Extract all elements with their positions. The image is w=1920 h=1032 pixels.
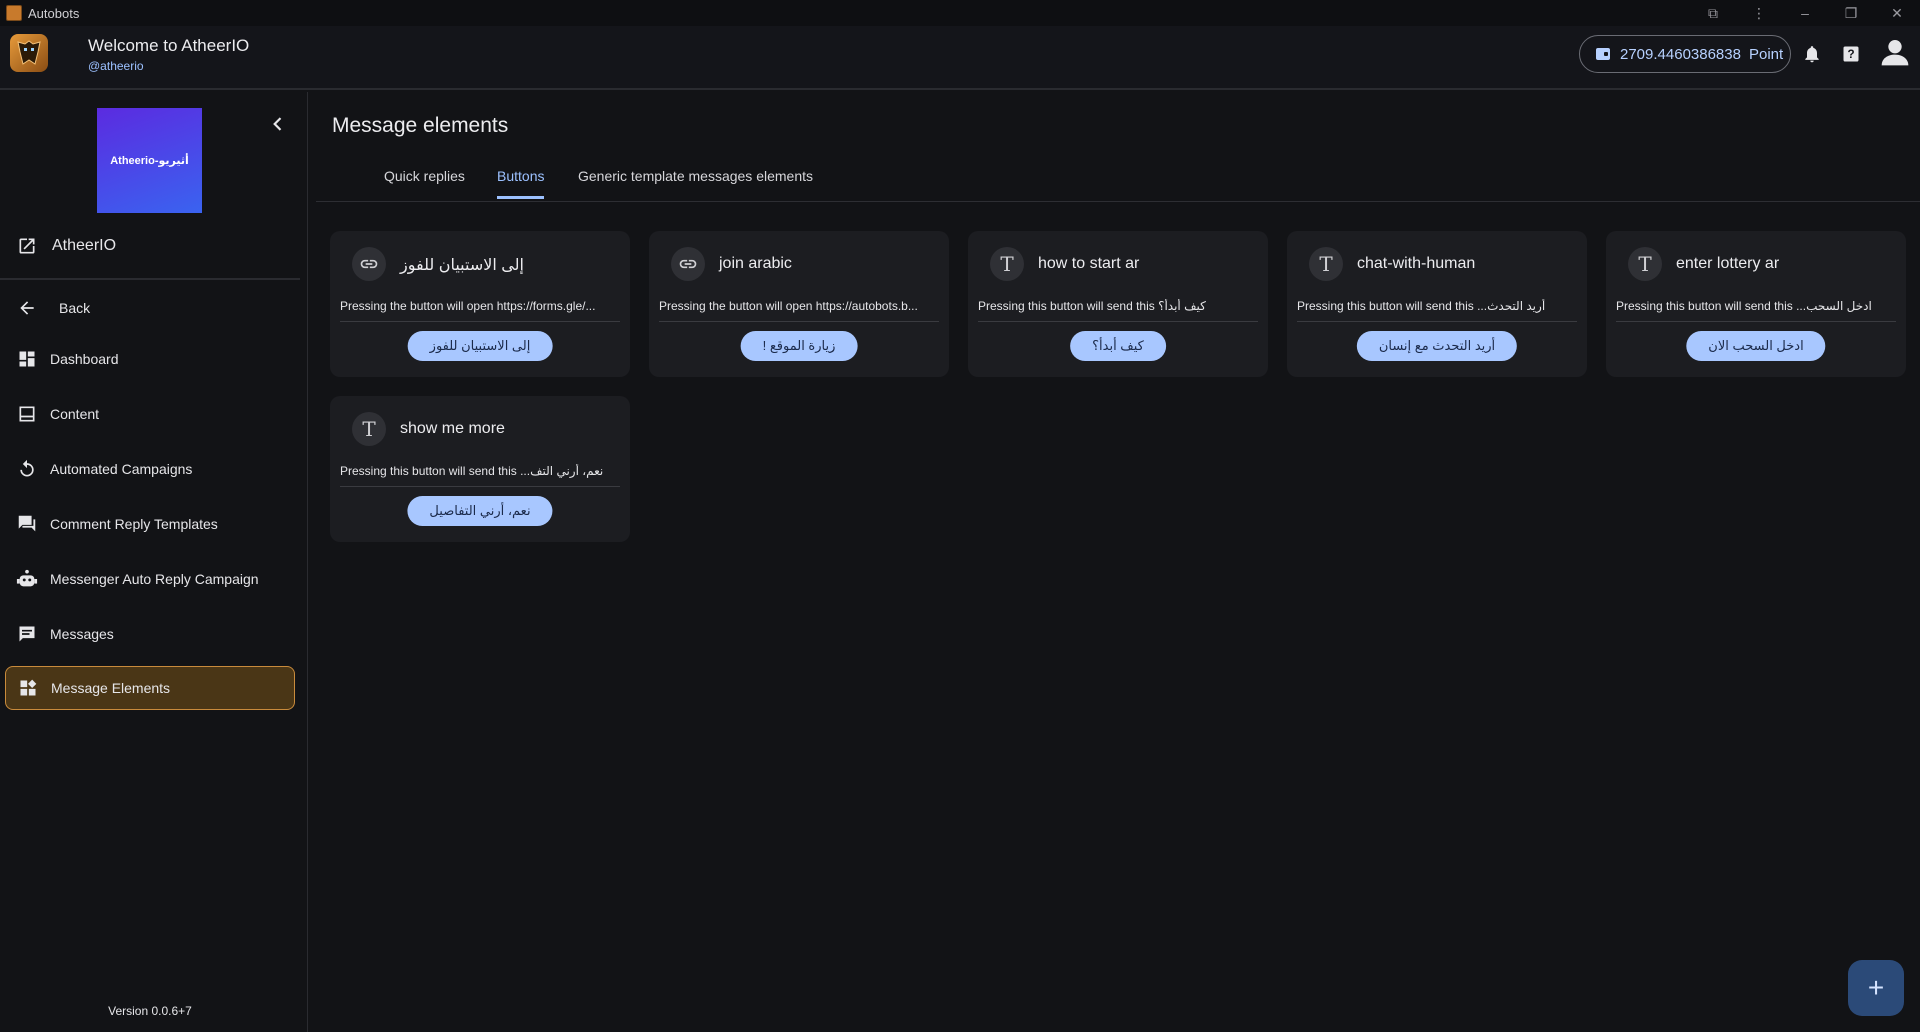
extension-icon[interactable]: ⧉ [1690,5,1736,22]
more-vert-icon[interactable]: ⋮ [1736,5,1782,22]
sidebar-item-label: Dashboard [50,351,119,367]
sidebar-item-message-elements[interactable]: Message Elements [5,666,295,710]
collapse-sidebar-button[interactable] [268,114,288,134]
help-icon[interactable]: ? [1838,41,1864,67]
notifications-icon[interactable] [1799,41,1825,67]
minimize-button[interactable]: – [1782,5,1828,21]
card-divider [1297,321,1577,322]
sidebar-item-content[interactable]: Content [0,392,300,436]
message-icon [16,623,38,645]
link-icon [352,247,386,281]
app-version: Version 0.0.6+7 [108,1004,192,1018]
text-icon: T [990,247,1024,281]
chevron-left-icon [273,117,282,131]
transformer-icon [17,40,41,65]
card-preview-button[interactable]: كيف أبدأ؟ [1070,331,1166,361]
page-title: Message elements [332,114,509,137]
dashboard-icon [16,348,38,370]
button-element-card[interactable]: T show me more Pressing this button will… [330,396,630,542]
sidebar-item-label: Comment Reply Templates [50,516,218,532]
add-element-button[interactable]: + [1848,960,1904,1016]
card-divider [978,321,1258,322]
points-unit: Point [1748,45,1784,63]
card-title: إلى الاستبيان للفوز [400,257,524,274]
sidebar-item-label: Automated Campaigns [50,461,193,477]
app-header: Welcome to AtheerIO @atheerio 2709.44603… [0,26,1920,90]
button-element-card[interactable]: إلى الاستبيان للفوز Pressing the button … [330,231,630,377]
card-preview-button[interactable]: نعم، أرني التفاصيل [407,496,553,526]
sidebar: Atheerio-أثيريو AtheerIO Back Dashboard … [0,92,308,1032]
welcome-text: Welcome to AtheerIO [88,36,250,55]
content-icon [16,403,38,425]
sidebar-item-messages[interactable]: Messages [0,612,300,656]
button-element-card[interactable]: join arabic Pressing the button will ope… [649,231,949,377]
arrow-back-icon [16,297,38,319]
back-label: Back [59,300,91,316]
sidebar-item-automated-campaigns[interactable]: Automated Campaigns [0,447,300,491]
sidebar-item-label: Messenger Auto Reply Campaign [50,571,259,587]
link-icon [671,247,705,281]
workspace-link[interactable]: AtheerIO [0,224,300,268]
sidebar-item-messenger-auto-reply[interactable]: Messenger Auto Reply Campaign [0,557,300,601]
app-icon [6,5,22,21]
card-divider [659,321,939,322]
tab-quick-replies[interactable]: Quick replies [384,168,465,196]
card-description: Pressing this button will send this ...ا… [1616,299,1872,313]
open-in-new-icon [16,235,38,257]
workspace-label: AtheerIO [52,237,117,254]
window-controls: ⧉ ⋮ – ❐ ✕ [1690,0,1920,26]
back-button[interactable]: Back [0,286,300,330]
account-avatar-icon[interactable] [1879,36,1911,68]
card-description: Pressing the button will open https://au… [659,299,918,313]
sidebar-item-label: Content [50,406,100,422]
robot-icon [16,568,38,590]
card-title: enter lottery ar [1676,255,1780,272]
sidebar-item-label: Message Elements [51,680,171,696]
plus-icon: + [1867,972,1885,1003]
refresh-icon [16,458,38,480]
user-handle: @atheerio [88,59,144,73]
card-description: Pressing this button will send this ...أ… [1297,299,1546,313]
card-title: show me more [400,420,505,437]
card-description: Pressing this button will send this ...ن… [340,464,604,478]
maximize-button[interactable]: ❐ [1828,5,1874,22]
points-value: 2709.4460386838 [1620,45,1741,63]
text-icon: T [1309,247,1343,281]
points-balance-chip[interactable]: 2709.4460386838 Point [1579,35,1791,73]
main-content: Message elements Quick replies Buttons G… [316,92,1920,1032]
close-button[interactable]: ✕ [1874,5,1920,22]
comments-icon [16,513,38,535]
button-element-card[interactable]: T chat-with-human Pressing this button w… [1287,231,1587,377]
card-preview-button[interactable]: أريد التحدث مع إنسان [1356,331,1518,361]
button-element-card[interactable]: T enter lottery ar Pressing this button … [1606,231,1906,377]
sidebar-item-comment-reply-templates[interactable]: Comment Reply Templates [0,502,300,546]
wallet-icon [1596,48,1610,60]
brand-image: Atheerio-أثيريو [97,108,202,213]
card-preview-button[interactable]: ! زيارة الموقع [740,331,858,361]
card-title: join arabic [719,255,792,272]
window-title: Autobots [28,5,80,21]
card-divider [340,486,620,487]
sidebar-divider [0,278,300,280]
tab-generic-template[interactable]: Generic template messages elements [578,168,813,196]
tab-buttons[interactable]: Buttons [497,168,545,199]
svg-text:?: ? [1847,48,1854,61]
card-description: Pressing the button will open https://fo… [340,299,596,313]
card-title: how to start ar [1038,255,1140,272]
card-divider [1616,321,1896,322]
button-element-card[interactable]: T how to start ar Pressing this button w… [968,231,1268,377]
tab-bar: Quick replies Buttons Generic template m… [316,160,1920,202]
card-divider [340,321,620,322]
text-icon: T [352,412,386,446]
sidebar-item-label: Messages [50,626,114,642]
autobots-logo[interactable] [10,34,48,72]
text-icon: T [1628,247,1662,281]
widgets-icon [17,677,39,699]
card-preview-button[interactable]: إلى الاستبيان للفوز [407,331,553,361]
card-title: chat-with-human [1357,255,1476,272]
card-preview-button[interactable]: ادخل السحب الان [1686,331,1826,361]
card-description: Pressing this button will send this كيف … [978,299,1206,313]
sidebar-item-dashboard[interactable]: Dashboard [0,337,300,381]
window-titlebar: Autobots ⧉ ⋮ – ❐ ✕ [0,0,1920,26]
